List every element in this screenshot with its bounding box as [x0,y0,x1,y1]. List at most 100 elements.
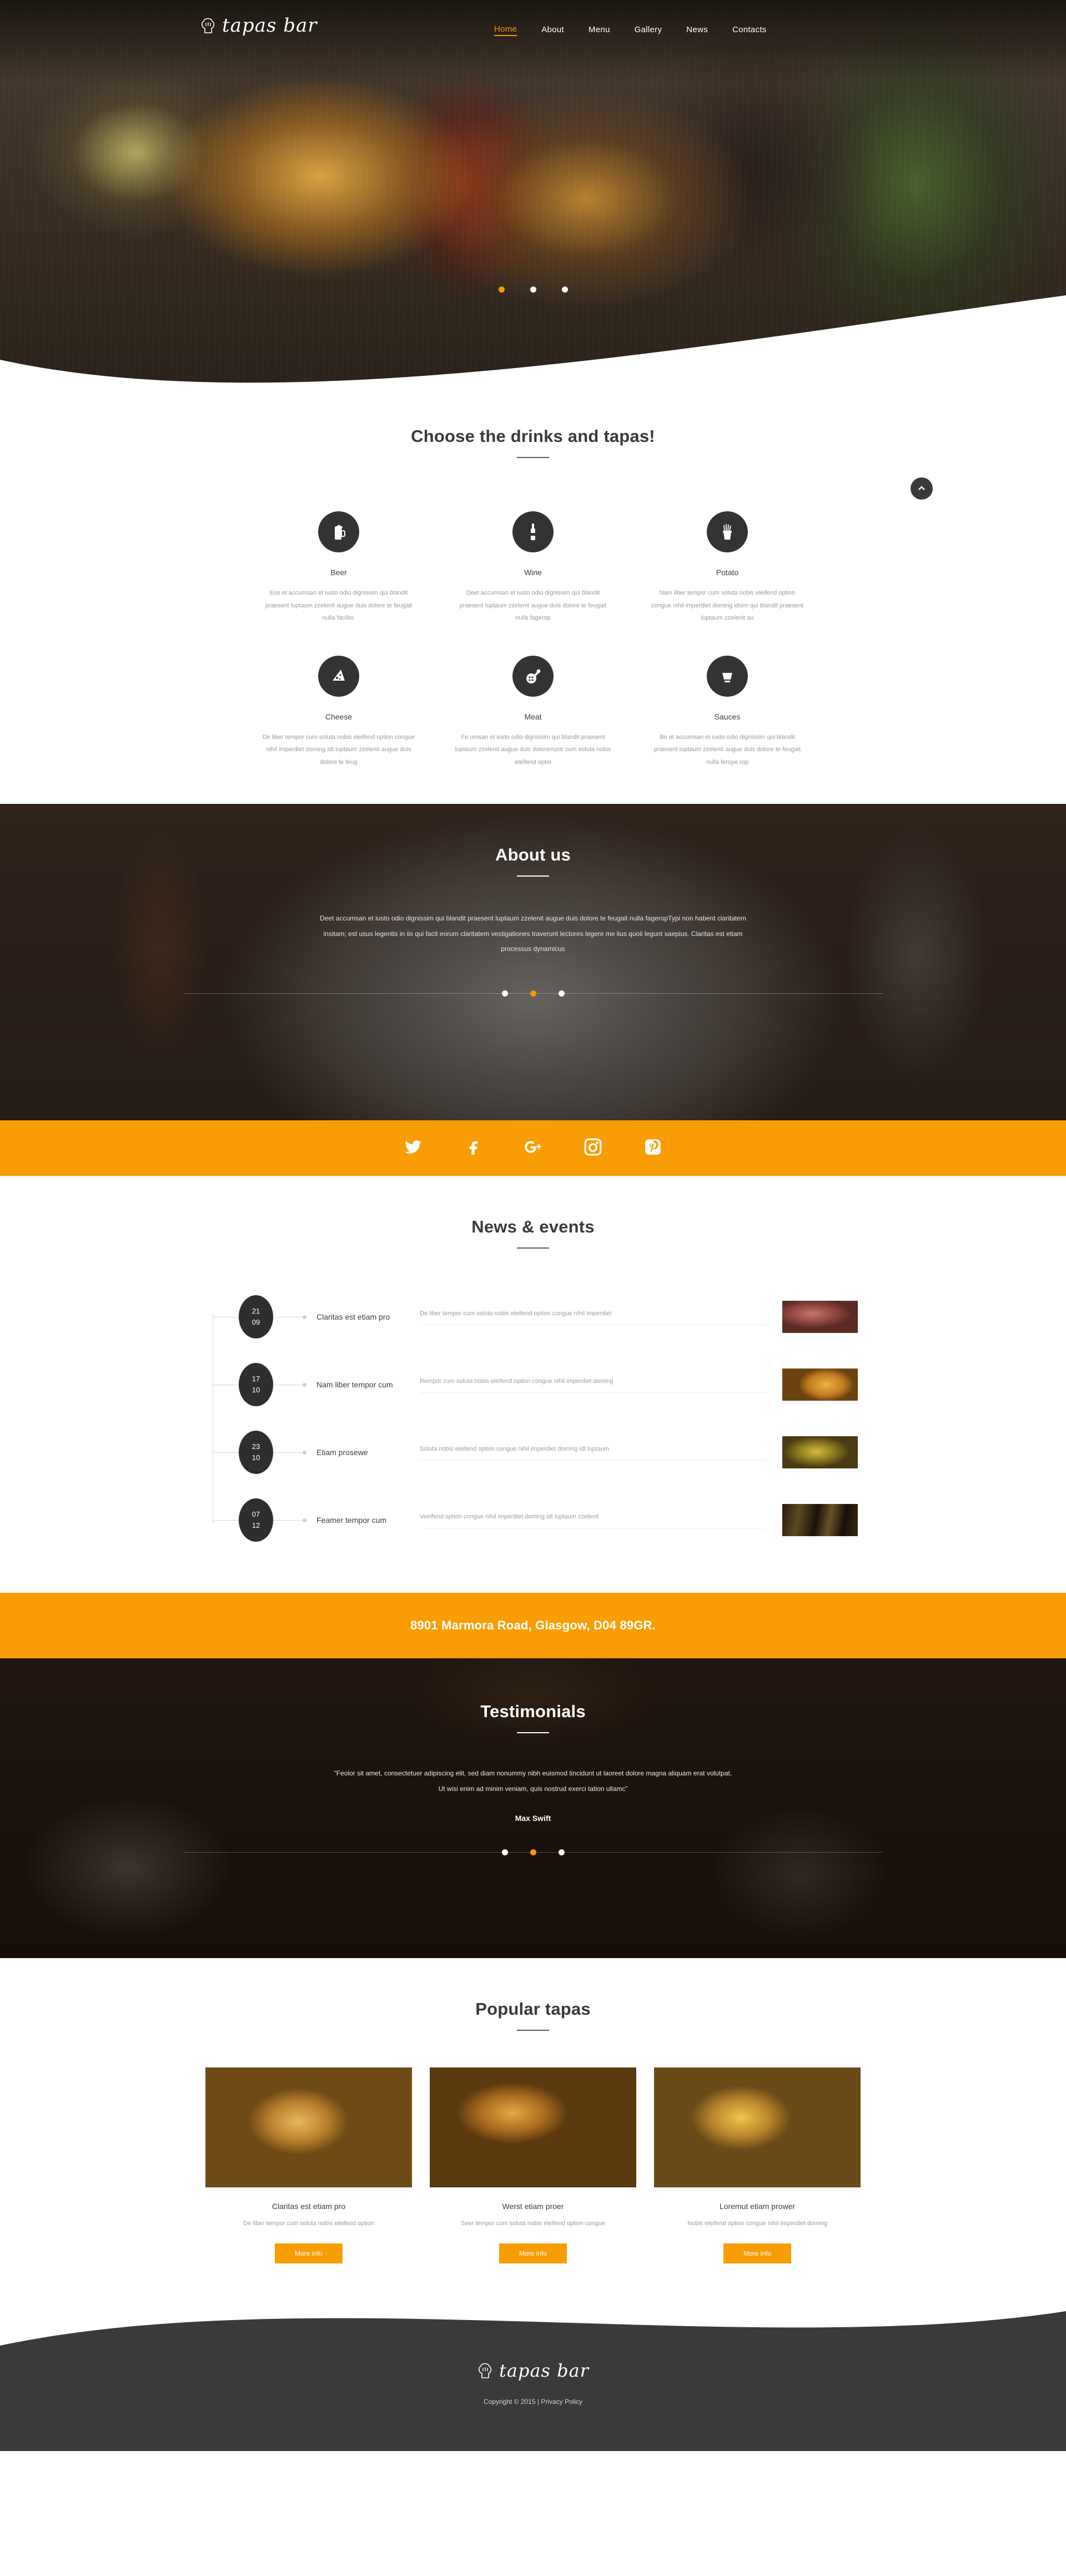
testimonials-title: Testimonials [480,1702,586,1722]
popular-card-title: Claritas est etiam pro [271,2202,346,2211]
footer-logo-text: tapas bar [499,2359,589,2381]
about-title: About us [495,845,571,865]
google-plus-icon[interactable] [524,1138,542,1159]
service-description: Fe umsan et iusto odio dignissim qui bla… [455,733,611,766]
testimonials-slider-dot[interactable] [558,1849,565,1856]
service-name: Beer [330,568,347,577]
timeline-stub [273,1518,306,1522]
service-name: Sauces [714,712,741,721]
top-bar: tapas bar Home About Menu Gallery News C… [0,0,1066,66]
nav-item-menu[interactable]: Menu [589,25,610,36]
news-item-title[interactable]: Feamer tempor cum [316,1516,420,1525]
cheese-icon [318,655,359,697]
facebook-icon[interactable] [464,1138,482,1159]
pinterest-icon[interactable] [643,1138,662,1159]
news-item-title[interactable]: Nam liber tempor cum [316,1380,420,1389]
hero-section: tapas bar Home About Menu Gallery News C… [0,0,1066,383]
news-item[interactable]: 17 10 Nam liber tempor cum Rempor cum so… [208,1351,858,1418]
popular-card-image[interactable] [430,2067,636,2188]
service-description: Deet accumsan et iusto odio dignissim qu… [459,590,607,622]
footer-copyright: Copyright © 2015 | Privacy Policy [484,2398,582,2406]
service-card-meat: Meat Fe umsan et iusto odio dignissim qu… [436,655,630,769]
about-slider-dot[interactable] [501,990,508,997]
footer-logo[interactable]: tapas bar [477,2360,589,2381]
service-card-sauces: Sauces Bo et accumsan et iusto odio dign… [630,655,824,769]
news-item[interactable]: 07 12 Feamer tempor cum Veeifend option … [208,1486,858,1554]
popular-card: Loremut etiam prower Nobis eleifend opti… [654,2067,861,2263]
footer: tapas bar Copyright © 2015 | Privacy Pol… [0,2305,1066,2451]
news-item-summary: De liber tempor cum soluta nobis eleifen… [420,1309,766,1325]
news-item[interactable]: 23 10 Etiam prosewe Soluta nobis eleifen… [208,1418,858,1486]
news-item-thumbnail[interactable] [782,1504,858,1537]
news-day: 21 [252,1307,260,1316]
news-month: 09 [252,1318,260,1327]
testimonials-slider-dot[interactable] [501,1849,508,1856]
news-item-summary: Rempor cum soluta nobis eleifend option … [420,1377,766,1393]
nav-item-contacts[interactable]: Contacts [732,25,767,36]
popular-card-image[interactable] [654,2067,861,2188]
section-divider [517,457,549,458]
address-text: 8901 Marmora Road, Glasgow, D04 89GR. [410,1618,656,1633]
instagram-icon[interactable] [584,1138,602,1159]
services-section: Choose the drinks and tapas! Beer Eos et… [0,383,1066,804]
news-item-summary: Veeifend option congue nihil imperdiet d… [420,1512,766,1528]
testimonials-content: Testimonials “Feolor sit amet, consectet… [0,1658,1066,1822]
about-slider-dots [0,990,1066,997]
more-info-button[interactable]: More info [499,2243,567,2263]
popular-card-title: Werst etiam proer [502,2202,564,2211]
about-slider-dot[interactable] [558,990,565,997]
testimonials-slider-dot[interactable] [530,1849,536,1856]
news-item-thumbnail[interactable] [782,1368,858,1401]
news-item-thumbnail[interactable] [782,1436,858,1469]
news-item-title[interactable]: Claritas est etiam pro [316,1312,420,1321]
more-info-button[interactable]: More info [723,2243,792,2263]
popular-card: Claritas est etiam pro De liber tempor c… [205,2067,412,2263]
news-title: News & events [471,1217,595,1237]
section-divider [517,1247,549,1249]
logo-text: tapas bar [222,14,318,37]
section-divider [517,1732,549,1734]
news-date-badge: 21 09 [239,1295,273,1339]
news-item-title[interactable]: Etiam prosewe [316,1448,420,1457]
chef-hat-icon [477,2361,494,2380]
hero-slider-dot[interactable] [530,286,536,293]
privacy-policy-link[interactable]: Privacy Policy [541,2398,582,2406]
nav-item-news[interactable]: News [686,25,708,36]
service-card-beer: Beer Eos et accumsan et iusto odio digni… [242,511,436,625]
testimonial-quote: “Feolor sit amet, consectetuer adipiscin… [334,1769,732,1793]
hero-slider-dot[interactable] [498,286,505,293]
more-info-button[interactable]: More info [274,2243,343,2263]
about-slider-dot[interactable] [530,990,536,997]
sauce-bowl-icon [707,655,748,697]
testimonials-slider-dots [0,1849,1066,1856]
news-month: 10 [252,1386,260,1395]
popular-card-description: Seer tempor cum soluta nobis eleifend op… [461,2220,605,2227]
nav-item-about[interactable]: About [541,25,564,36]
nav-item-home[interactable]: Home [494,24,517,36]
news-date-badge: 23 10 [239,1431,273,1475]
news-date-badge: 17 10 [239,1363,273,1407]
wine-bottle-icon [512,511,554,552]
testimonial-author: Max Swift [515,1813,551,1823]
news-month: 12 [252,1521,260,1530]
popular-card-image[interactable] [205,2067,412,2188]
social-bar [0,1120,1066,1176]
hero-slider-dot[interactable] [561,286,568,293]
copyright-text: Copyright © 2015 | [483,2397,541,2406]
news-day: 07 [252,1510,260,1519]
news-item[interactable]: 21 09 Claritas est etiam pro De liber te… [208,1283,858,1351]
scroll-to-top-button[interactable] [911,477,933,500]
news-timeline: 21 09 Claritas est etiam pro De liber te… [208,1283,858,1554]
twitter-icon[interactable] [404,1138,423,1159]
timeline-stub [273,1450,306,1455]
site-logo[interactable]: tapas bar [200,14,318,37]
news-item-thumbnail[interactable] [782,1301,858,1334]
chef-hat-icon [200,16,217,35]
popular-title: Popular tapas [475,1999,591,2019]
fries-icon [707,511,748,552]
about-section: About us Deet accumsan et iusto odio dig… [0,804,1066,1121]
popular-card: Werst etiam proer Seer tempor cum soluta… [430,2067,636,2263]
section-divider [517,876,549,877]
nav-item-gallery[interactable]: Gallery [635,25,662,36]
news-item-summary: Soluta nobis eleifend option congue nihi… [420,1445,766,1461]
